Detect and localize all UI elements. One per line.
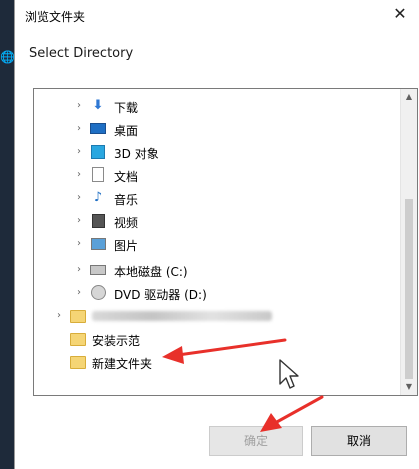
dvd-drive-icon [90, 285, 106, 301]
tree-item-label: 本地磁盘 (C:) [114, 265, 188, 279]
cancel-button[interactable]: 取消 [311, 426, 407, 456]
tree-item-pictures[interactable]: › 图片 [34, 233, 399, 255]
video-icon [90, 213, 106, 229]
tree-item-music[interactable]: › ♪ 音乐 [34, 187, 399, 209]
scroll-down-icon[interactable]: ▼ [401, 379, 417, 395]
browse-folder-dialog: 浏览文件夹 ✕ Select Directory › ⬇ 下载 › 桌面 › 3… [14, 0, 419, 469]
chevron-right-icon[interactable]: › [74, 264, 84, 276]
tree-item-dvd-drive-d[interactable]: › DVD 驱动器 (D:) [34, 282, 399, 304]
tree-item-label: 3D 对象 [114, 147, 159, 161]
local-disk-icon [90, 262, 106, 278]
tree-item-videos[interactable]: › 视频 [34, 210, 399, 232]
tree-item-desktop[interactable]: › 桌面 [34, 118, 399, 140]
close-icon[interactable]: ✕ [390, 3, 410, 25]
mouse-cursor-icon [279, 359, 299, 389]
document-icon [90, 167, 106, 183]
globe-icon: 🌐 [0, 50, 15, 64]
tree-item-local-disk-c[interactable]: › 本地磁盘 (C:) [34, 259, 399, 281]
tree-item-label: 文档 [114, 170, 139, 184]
chevron-right-icon[interactable]: › [74, 192, 84, 204]
chevron-right-icon[interactable]: › [74, 215, 84, 227]
dialog-title: 浏览文件夹 [25, 10, 86, 24]
chevron-right-icon[interactable]: › [54, 310, 64, 322]
folder-tree[interactable]: › ⬇ 下载 › 桌面 › 3D 对象 › 文档 › ♪ 音乐 › 视频 › 图… [33, 88, 418, 396]
ok-button[interactable]: 确定 [209, 426, 303, 456]
3d-objects-icon [90, 144, 106, 160]
tree-item-install-demo[interactable]: 安装示范 [34, 328, 399, 350]
pictures-icon [90, 236, 106, 252]
scrollbar-thumb[interactable] [405, 199, 413, 379]
tree-item-new-folder[interactable]: 新建文件夹 [34, 351, 399, 373]
chevron-right-icon[interactable]: › [74, 287, 84, 299]
chevron-right-icon[interactable]: › [74, 169, 84, 181]
tree-item-label: 新建文件夹 [92, 357, 153, 371]
chevron-right-icon[interactable]: › [74, 100, 84, 112]
chevron-right-icon[interactable]: › [74, 238, 84, 250]
folder-icon [70, 354, 86, 370]
background-window-strip: 🌐 [0, 0, 15, 469]
tree-item-label: 音乐 [114, 193, 139, 207]
folder-icon [70, 331, 86, 347]
tree-item-downloads[interactable]: › ⬇ 下载 [34, 95, 399, 117]
scroll-up-icon[interactable]: ▲ [401, 89, 417, 105]
tree-item-label: 视频 [114, 216, 139, 230]
tree-item-label: 图片 [114, 239, 139, 253]
desktop-icon [90, 121, 106, 137]
tree-item-documents[interactable]: › 文档 [34, 164, 399, 186]
vertical-scrollbar[interactable]: ▲ ▼ [400, 89, 417, 395]
dialog-titlebar: 浏览文件夹 ✕ [15, 0, 419, 30]
dialog-prompt: Select Directory [29, 46, 134, 61]
tree-item-3d-objects[interactable]: › 3D 对象 [34, 141, 399, 163]
music-icon: ♪ [93, 190, 103, 205]
tree-item-label: 安装示范 [92, 334, 141, 348]
download-icon: ⬇ [92, 98, 104, 113]
chevron-right-icon[interactable]: › [74, 146, 84, 158]
tree-item-redacted[interactable]: › [34, 305, 399, 327]
redacted-label-blur [92, 311, 272, 321]
tree-item-label: 下载 [114, 101, 139, 115]
tree-item-label: DVD 驱动器 (D:) [114, 288, 207, 302]
folder-icon [70, 308, 86, 324]
chevron-right-icon[interactable]: › [74, 123, 84, 135]
tree-item-label: 桌面 [114, 124, 139, 138]
